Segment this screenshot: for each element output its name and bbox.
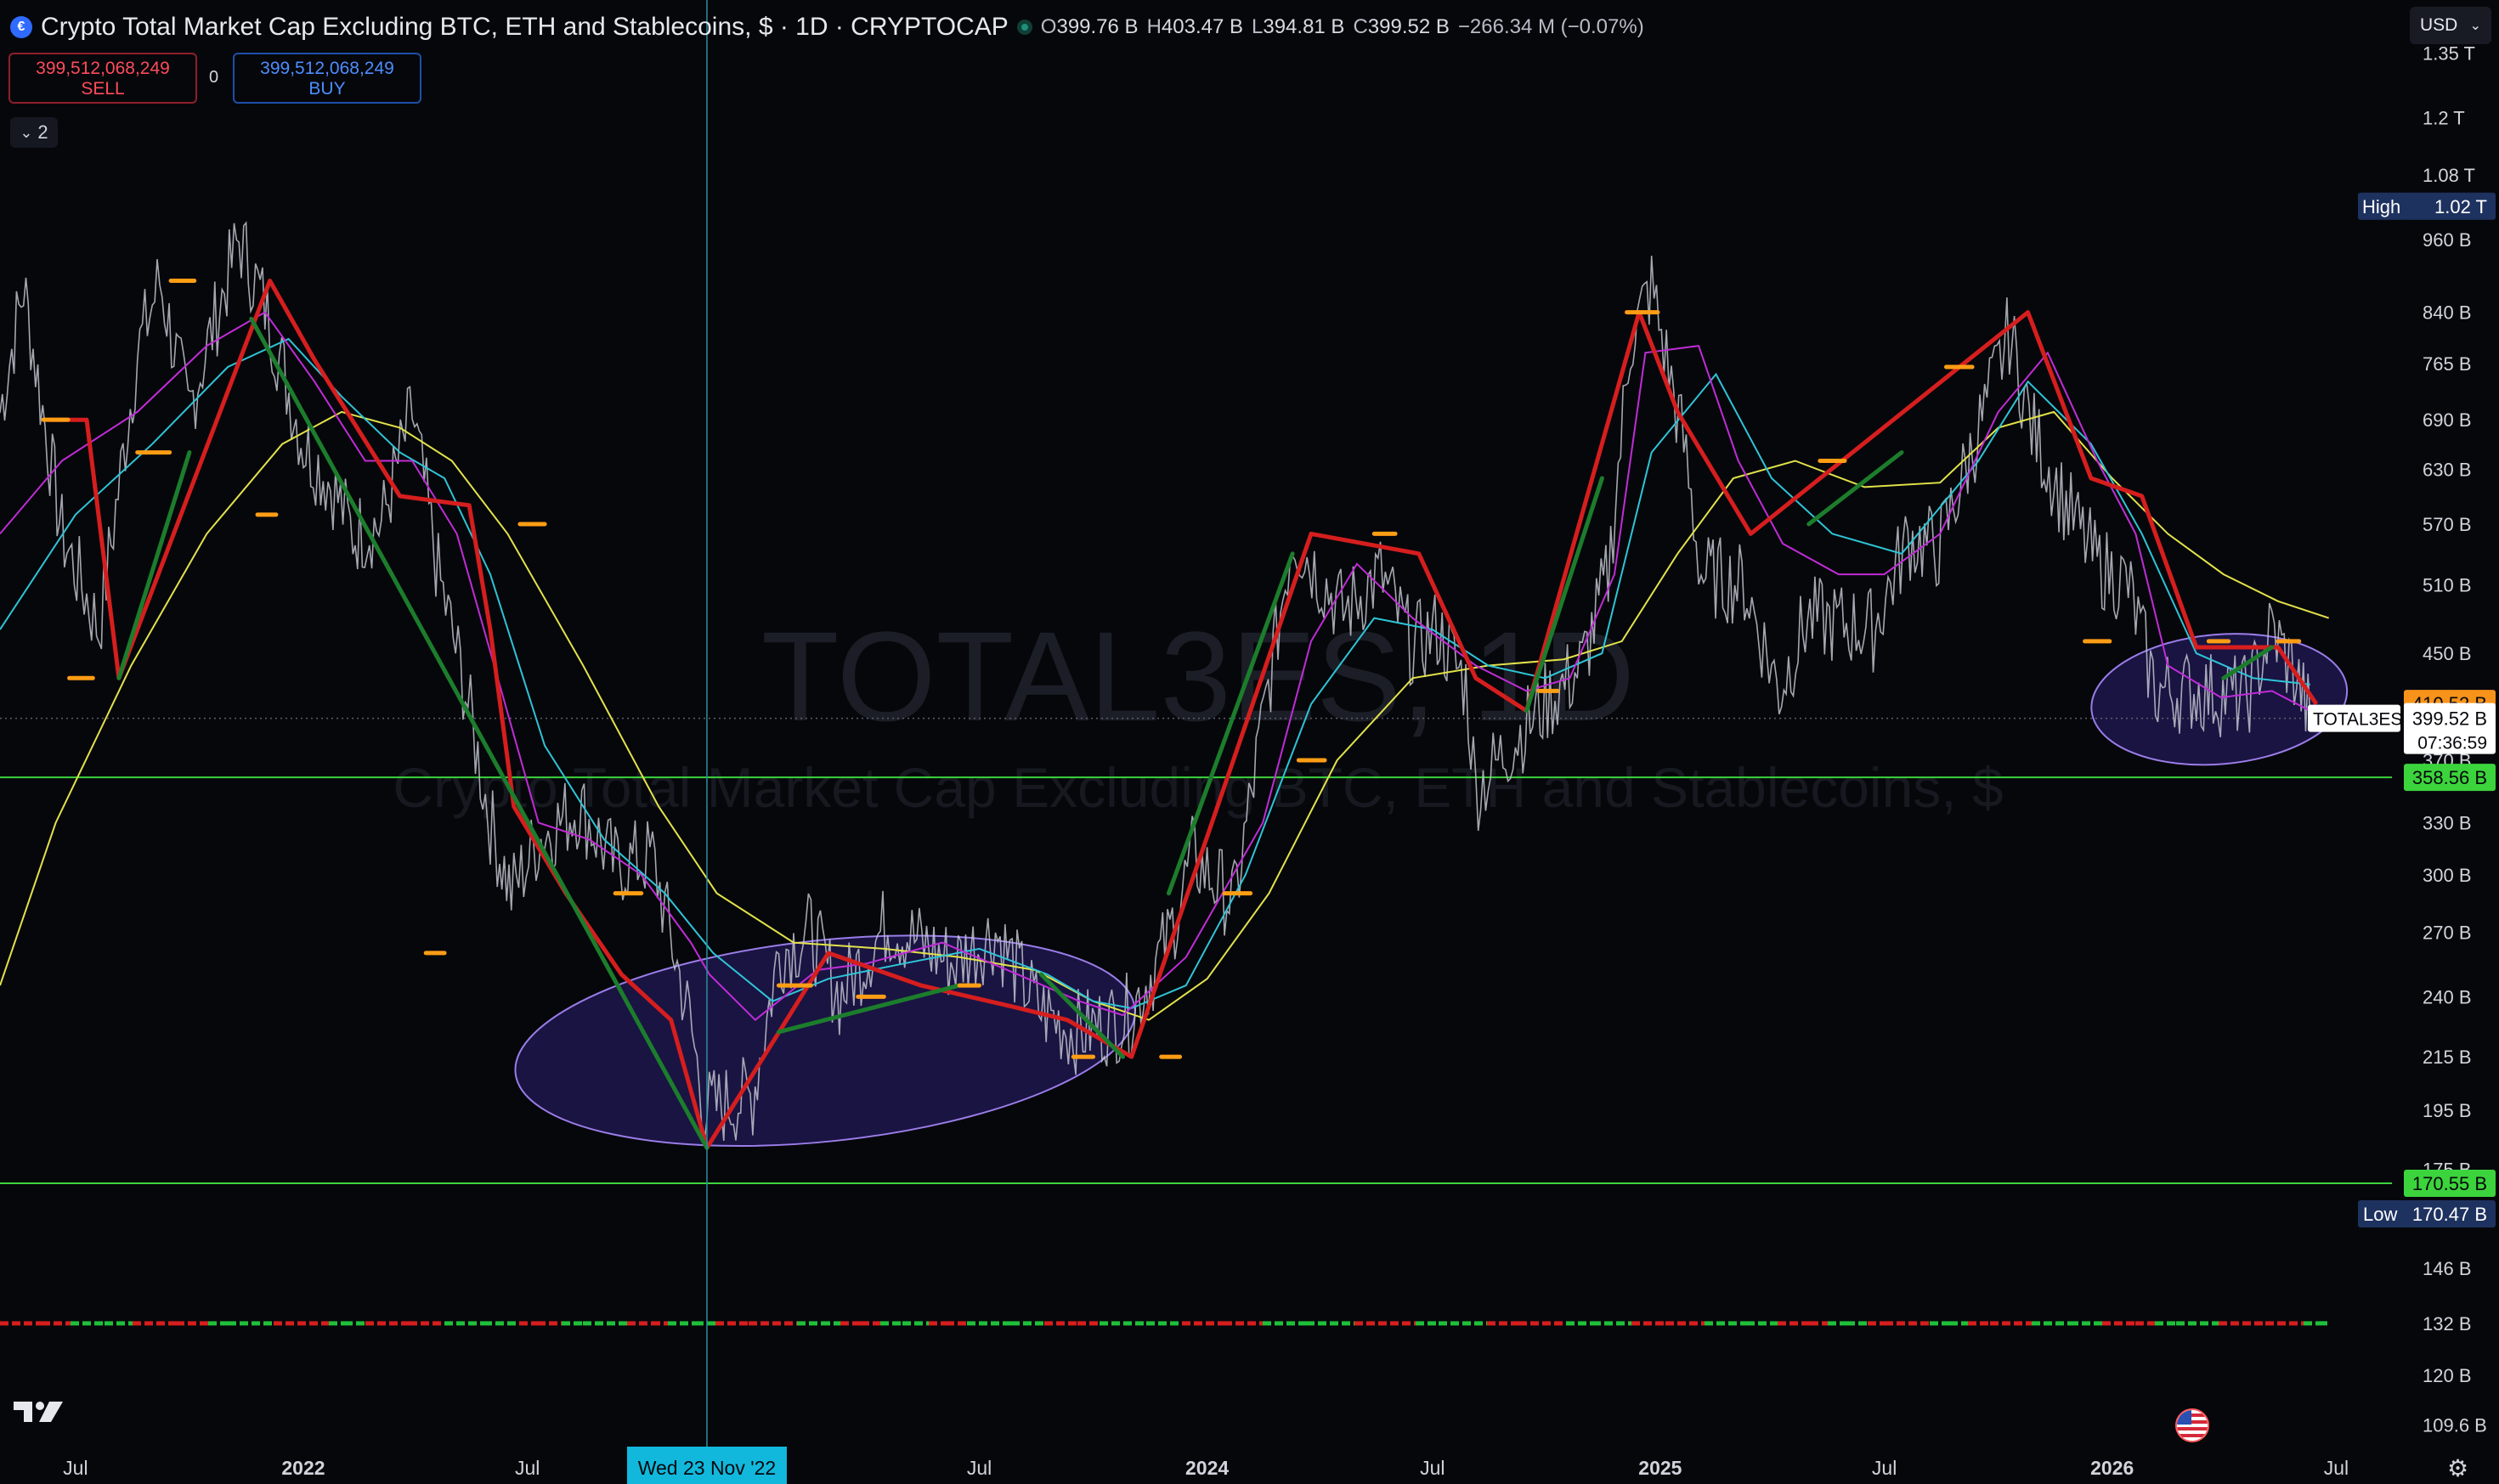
chevron-down-icon: ⌄ — [20, 123, 33, 141]
ohlc-low: L394.81 B — [1252, 15, 1345, 38]
ohlc-change: −266.34 M (−0.07%) — [1457, 15, 1644, 38]
price-axis-tick-label: 109.6 B — [2423, 1414, 2487, 1436]
gear-icon[interactable]: ⚙ — [2447, 1454, 2468, 1482]
upper-level-value: 358.56 B — [2412, 767, 2487, 788]
ohlc-open: O399.76 B — [1040, 15, 1139, 38]
chart-title[interactable]: Crypto Total Market Cap Excluding BTC, E… — [41, 13, 1009, 42]
price-axis-tick-label: 1.35 T — [2423, 43, 2475, 65]
sell-label: SELL — [81, 79, 125, 99]
price-axis-tick-label: 1.08 T — [2423, 165, 2475, 186]
low-value: 170.47 B — [2412, 1204, 2487, 1225]
price-axis-tick-label: 765 B — [2423, 353, 2472, 375]
indicator-count: 2 — [37, 121, 48, 143]
price-axis-tick-label: 215 B — [2423, 1047, 2472, 1068]
price-axis-tick-label: 570 B — [2423, 514, 2472, 535]
buy-button[interactable]: 399,512,068,249 BUY — [233, 53, 421, 104]
chevron-down-icon: ⌄ — [2469, 19, 2481, 33]
last-price-value: 399.52 B — [2412, 708, 2487, 730]
lower-level-value: 170.55 B — [2412, 1173, 2487, 1194]
bar-countdown: 07:36:59 — [2417, 734, 2487, 753]
sell-price: 399,512,068,249 — [36, 59, 170, 78]
time-axis-tick-label: Jul — [63, 1457, 88, 1479]
time-axis-tick-label: Jul — [2324, 1457, 2349, 1479]
ohlc-high: H403.47 B — [1146, 15, 1243, 38]
buy-label: BUY — [308, 79, 346, 99]
price-axis-tick-label: 960 B — [2423, 229, 2472, 251]
buy-price: 399,512,068,249 — [260, 59, 394, 78]
price-axis-tick-label: 510 B — [2423, 575, 2472, 596]
time-axis-tick-label: Jul — [515, 1457, 540, 1479]
low-label: Low — [2363, 1204, 2397, 1225]
price-axis-tick-label: 1.2 T — [2423, 107, 2465, 128]
spread-value: 0 — [209, 68, 219, 87]
time-axis-tick-label: Jul — [1872, 1457, 1897, 1479]
indicators-toggle-button[interactable]: ⌄ 2 — [10, 117, 58, 148]
high-value: 1.02 T — [2434, 196, 2487, 217]
us-flag-icon[interactable] — [2175, 1408, 2209, 1442]
chart-header: € Crypto Total Market Cap Excluding BTC,… — [10, 10, 1644, 44]
symbol-tag: TOTAL3ES — [2313, 710, 2402, 730]
price-axis-tick-label: 240 B — [2423, 986, 2472, 1007]
price-axis-tick-label: 146 B — [2423, 1258, 2472, 1279]
currency-value: USD — [2420, 15, 2458, 35]
price-axis-tick-label: 450 B — [2423, 643, 2472, 664]
time-axis-tick-label: 2026 — [2090, 1457, 2134, 1479]
ohlc-values: O399.76 B H403.47 B L394.81 B C399.52 B … — [1041, 15, 1644, 39]
price-axis-tick-label: 300 B — [2423, 865, 2472, 886]
time-axis-tick-label: 2024 — [1185, 1457, 1229, 1479]
price-axis-tick-label: 330 B — [2423, 813, 2472, 834]
high-label: High — [2362, 196, 2400, 217]
time-axis-tick-label: 2025 — [1638, 1457, 1682, 1479]
price-axis-tick-label: 690 B — [2423, 409, 2472, 431]
time-axis-tick-label: 2022 — [281, 1457, 325, 1479]
time-axis-tick-label: Jul — [967, 1457, 992, 1479]
price-chart[interactable]: TOTAL3ES, 1D Crypto Total Market Cap Exc… — [0, 0, 2499, 1484]
price-axis-tick-label: 120 B — [2423, 1365, 2472, 1386]
price-axis-tick-label: 630 B — [2423, 460, 2472, 481]
time-axis-tick-label: Jul — [1420, 1457, 1445, 1479]
crypto-cap-logo-icon: € — [10, 16, 32, 38]
price-axis-tick-label: 132 B — [2423, 1313, 2472, 1334]
sell-button[interactable]: 399,512,068,249 SELL — [8, 53, 197, 104]
watermark-symbol: TOTAL3ES, 1D — [761, 605, 1635, 748]
currency-selector[interactable]: USD ⌄ — [2410, 7, 2491, 44]
price-axis-tick-label: 195 B — [2423, 1100, 2472, 1121]
ohlc-close: C399.52 B — [1353, 15, 1450, 38]
tradingview-logo-icon[interactable] — [12, 1397, 68, 1427]
crosshair-date-label: Wed 23 Nov '22 — [638, 1457, 777, 1479]
market-status-icon[interactable] — [1016, 20, 1032, 35]
price-axis-tick-label: 270 B — [2423, 923, 2472, 944]
price-axis-tick-label: 840 B — [2423, 302, 2472, 324]
